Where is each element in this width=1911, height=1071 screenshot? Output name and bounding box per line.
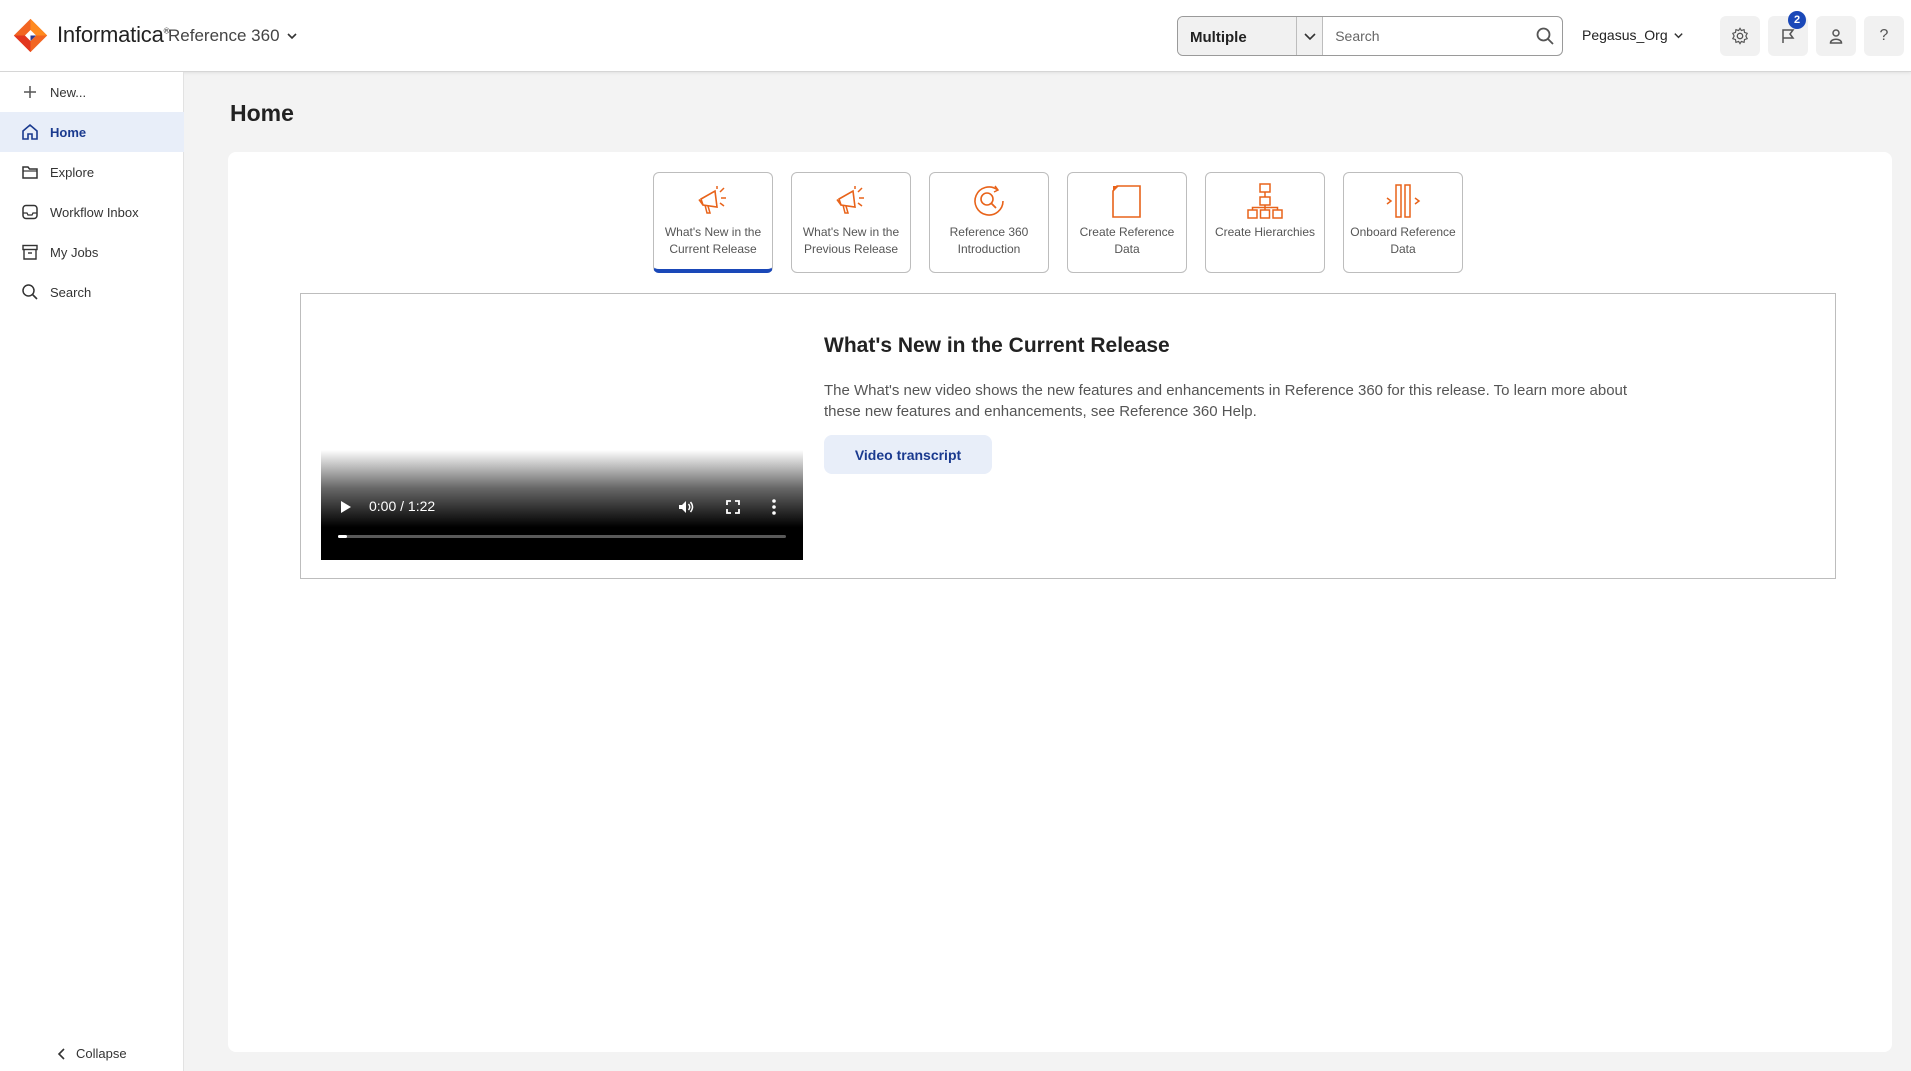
- tile-reference-360-introduction[interactable]: Reference 360 Introduction: [929, 172, 1049, 273]
- brand-name: Informatica®: [57, 22, 170, 47]
- play-icon[interactable]: [341, 501, 351, 513]
- chevron-down-icon: [1673, 32, 1683, 38]
- video-controls: 0:00 / 1:22: [321, 450, 803, 560]
- sidebar-item-workflow-inbox[interactable]: Workflow Inbox: [0, 192, 184, 232]
- tile-label: Reference 360 Introduction: [949, 225, 1029, 256]
- sidebar-item-label: Home: [50, 124, 87, 140]
- folder-icon: [20, 162, 40, 182]
- video-time: 0:00 / 1:22: [369, 498, 436, 514]
- notification-count-badge: 2: [1788, 11, 1806, 29]
- megaphone-icon: [836, 186, 864, 214]
- sidebar-item-label: New...: [50, 84, 87, 100]
- video-transcript-button[interactable]: Video transcript: [824, 435, 992, 474]
- document-icon: [1112, 185, 1141, 218]
- sidebar-item-my-jobs[interactable]: My Jobs: [0, 232, 184, 272]
- settings-button[interactable]: [1720, 16, 1760, 56]
- sidebar-item-label: Workflow Inbox: [50, 204, 139, 220]
- org-switcher[interactable]: Pegasus_Org: [1582, 27, 1684, 43]
- search-input[interactable]: [1323, 17, 1529, 55]
- tile-label: Onboard Reference Data: [1350, 225, 1456, 256]
- search-icon: [1536, 27, 1554, 45]
- user-profile-button[interactable]: [1816, 16, 1856, 56]
- quick-start-tiles: What's New in the Current Release What's…: [653, 172, 1463, 273]
- chevron-down-icon: [1303, 33, 1316, 41]
- fullscreen-icon[interactable]: [725, 499, 741, 515]
- search-submit-button[interactable]: [1528, 17, 1562, 55]
- search-scope-select[interactable]: Multiple: [1178, 17, 1297, 55]
- sidebar-item-search[interactable]: Search: [0, 272, 184, 312]
- video-progress-bar[interactable]: [338, 535, 786, 538]
- collapse-sidebar-button[interactable]: Collapse: [56, 1046, 127, 1061]
- hierarchy-icon: [1247, 183, 1283, 219]
- gear-icon: [1731, 27, 1749, 45]
- tile-label: Create Hierarchies: [1214, 225, 1316, 239]
- org-name: Pegasus_Org: [1582, 27, 1668, 43]
- tile-create-hierarchies[interactable]: Create Hierarchies: [1205, 172, 1325, 273]
- megaphone-icon: [698, 186, 726, 214]
- left-sidebar: New... Home Explore Workflow Inbox My Jo…: [0, 72, 184, 1071]
- panel-title: What's New in the Current Release: [824, 334, 1170, 357]
- product-switcher[interactable]: Reference 360: [168, 26, 298, 46]
- video-progress-fill: [338, 535, 347, 538]
- video-player[interactable]: 0:00 / 1:22: [321, 314, 803, 560]
- tile-create-reference-data[interactable]: Create Reference Data: [1067, 172, 1187, 273]
- tile-label: Create Reference Data: [1079, 225, 1175, 256]
- chevron-down-icon: [286, 33, 297, 40]
- sidebar-item-explore[interactable]: Explore: [0, 152, 184, 192]
- flag-icon: [1782, 29, 1795, 43]
- sidebar-item-home[interactable]: Home: [0, 112, 184, 152]
- tile-whats-new-previous[interactable]: What's New in the Previous Release: [791, 172, 911, 273]
- magnifier-cycle-icon: [974, 185, 1004, 216]
- top-header: Informatica® Reference 360 Multiple Pega…: [0, 0, 1911, 72]
- chevron-left-icon: [57, 1047, 65, 1060]
- panel-description: The What's new video shows the new featu…: [824, 382, 1628, 420]
- home-card: What's New in the Current Release What's…: [228, 152, 1892, 1052]
- tile-label: What's New in the Previous Release: [802, 225, 900, 256]
- tile-whats-new-current[interactable]: What's New in the Current Release: [653, 172, 773, 273]
- search-scope-dropdown-button[interactable]: [1296, 17, 1324, 55]
- inbox-icon: [20, 202, 40, 222]
- user-icon: [1829, 29, 1843, 44]
- global-search: Multiple: [1177, 16, 1563, 56]
- home-icon: [20, 122, 40, 142]
- tile-label: What's New in the Current Release: [664, 225, 762, 256]
- sidebar-item-label: Search: [50, 284, 92, 300]
- sidebar-item-new[interactable]: New...: [0, 72, 184, 112]
- help-button[interactable]: ?: [1864, 16, 1904, 56]
- notifications-button[interactable]: 2: [1768, 11, 1808, 56]
- tile-onboard-reference-data[interactable]: Onboard Reference Data: [1343, 172, 1463, 273]
- help-icon: ?: [1879, 27, 1889, 44]
- onboard-icon: [1386, 184, 1421, 218]
- page-title: Home: [230, 100, 294, 126]
- archive-icon: [20, 242, 40, 262]
- sidebar-item-label: Explore: [50, 164, 95, 180]
- content-panel: 0:00 / 1:22 What's New in the Current Re…: [300, 293, 1836, 579]
- informatica-logo-icon[interactable]: [12, 17, 49, 54]
- collapse-label: Collapse: [76, 1046, 127, 1061]
- volume-icon[interactable]: [677, 498, 695, 516]
- more-options-icon[interactable]: [771, 498, 777, 516]
- plus-icon: [20, 82, 40, 102]
- search-icon: [20, 282, 40, 302]
- product-name: Reference 360: [168, 26, 280, 45]
- sidebar-item-label: My Jobs: [50, 244, 99, 260]
